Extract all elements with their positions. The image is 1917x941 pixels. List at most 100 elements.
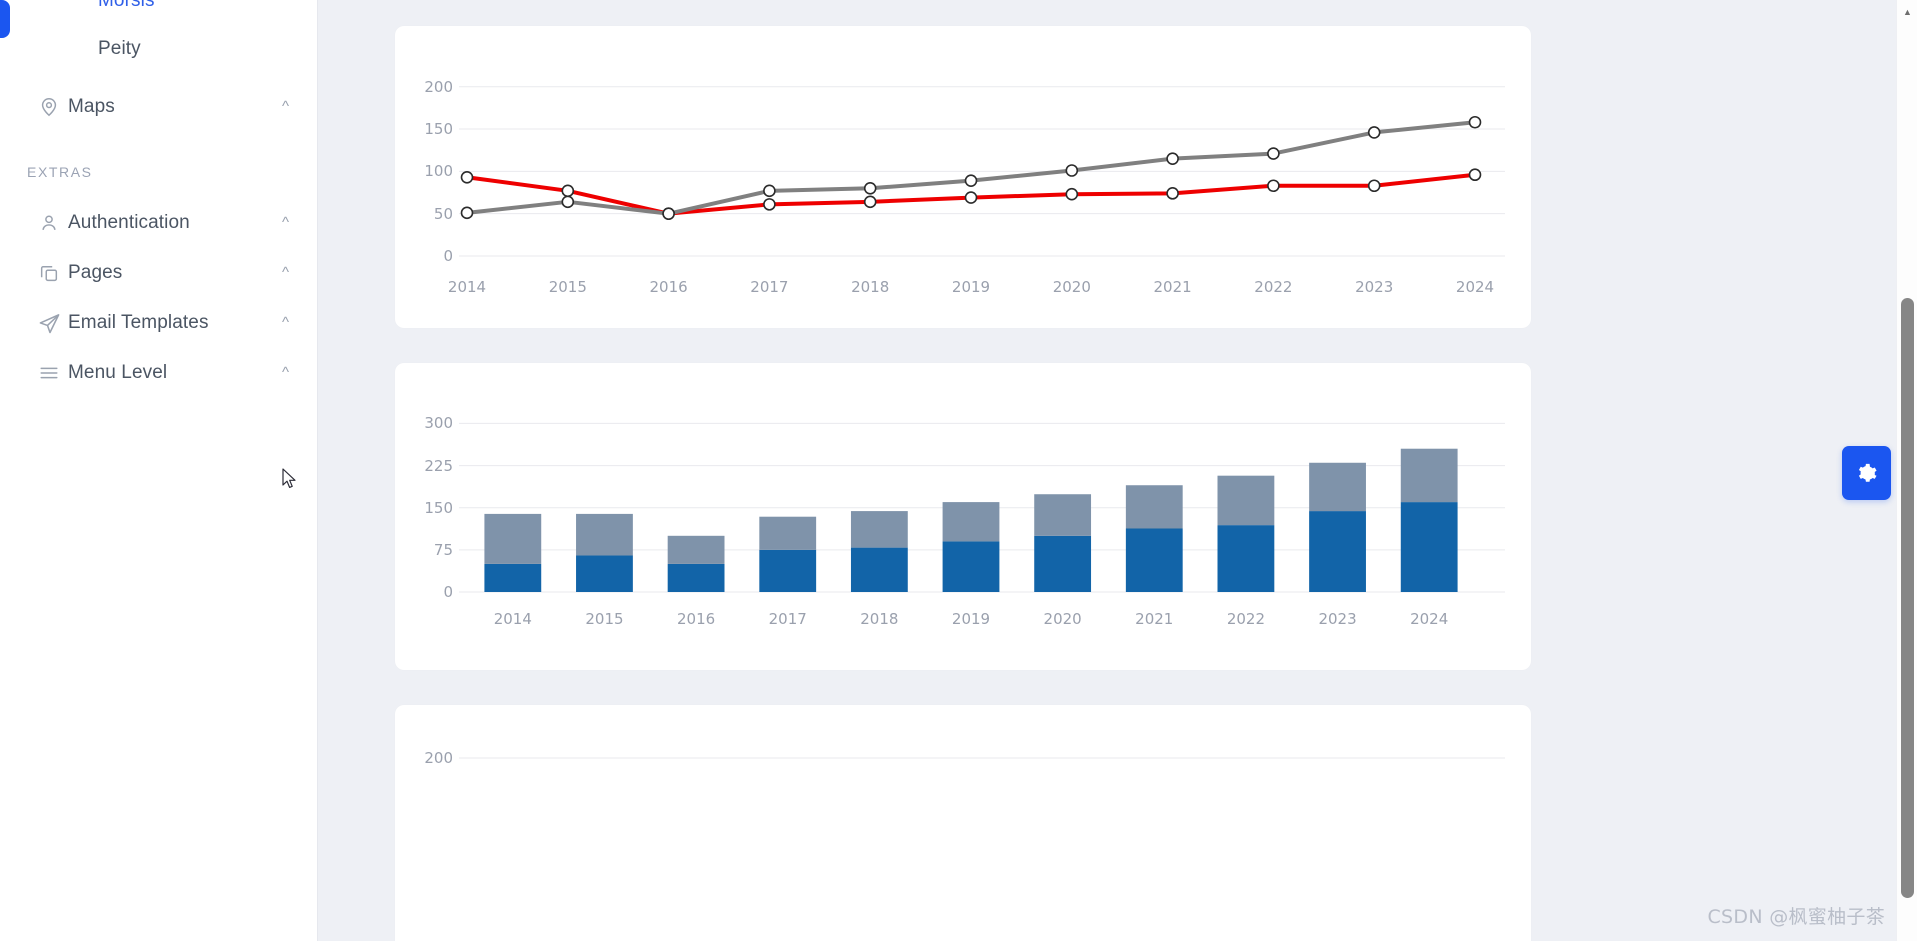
stacked-bar-chart[interactable]: 300 225 150 75 0 2014 2015 2016 2017 2018 2019 2020… [395, 363, 1531, 670]
bar-segment [759, 516, 817, 550]
watermark: CSDN @枫蜜柚子茶 [1707, 906, 1885, 928]
sidebar-item-email-templates[interactable]: Email Templates ^ [0, 298, 317, 348]
bar-segment [850, 511, 908, 548]
sidebar-item-label-menu-level: Menu Level [68, 362, 168, 383]
bar-segment [1125, 528, 1183, 592]
vertical-scrollbar[interactable]: ▲ [1896, 0, 1917, 941]
data-point [1065, 164, 1079, 177]
data-point [460, 170, 474, 184]
data-point [863, 181, 877, 195]
x-axis-tick-label: 2014 [493, 610, 532, 628]
chevron-up-icon-email-templates: ^ [281, 313, 289, 331]
app-root: Morsis Peity Maps ^ EXTRAS Authenticatio… [0, 0, 1917, 941]
gear-icon [1855, 462, 1878, 485]
data-point [1468, 115, 1482, 129]
map-pin-icon [38, 96, 68, 118]
sidebar-item-peity[interactable]: Peity [0, 24, 317, 74]
data-point [964, 174, 978, 187]
x-axis-tick-label: 2019 [951, 610, 991, 628]
sidebar-item-pages[interactable]: Pages ^ [0, 248, 317, 298]
sidebar-item-label-peity: Peity [98, 38, 141, 59]
x-axis-tick-label: 2018 [851, 278, 890, 296]
data-point [460, 206, 474, 220]
bar-segment [1034, 494, 1092, 536]
data-point [1367, 126, 1381, 139]
bar-segment [942, 541, 1000, 592]
x-axis-tick-label: 2020 [1052, 278, 1091, 296]
sidebar-item-label-maps: Maps [68, 96, 115, 117]
y-axis-tick-label: 200 [424, 749, 453, 767]
x-axis-tick-label: 2022 [1254, 278, 1293, 296]
data-point [1166, 187, 1179, 200]
scroll-up-arrow-icon[interactable]: ▲ [1897, 2, 1917, 22]
data-point [561, 195, 575, 209]
x-axis-tick-label: 2021 [1153, 278, 1192, 296]
x-axis-tick-label: 2020 [1043, 610, 1082, 628]
bar-segment [759, 549, 817, 592]
x-axis-tick-label: 2021 [1135, 610, 1174, 628]
third-chart-svg [459, 757, 1505, 759]
x-axis-tick-label: 2014 [447, 278, 487, 296]
bar-segment [1217, 525, 1275, 592]
sidebar-item-morsis[interactable]: Morsis [0, 0, 317, 18]
bar-segment [484, 513, 542, 564]
bar-segment [1309, 511, 1366, 592]
user-icon [38, 212, 68, 234]
scrollbar-thumb[interactable] [1901, 298, 1914, 898]
bar-segment [576, 555, 633, 592]
bar-segment [1125, 485, 1183, 529]
data-point [1166, 152, 1179, 165]
send-icon [38, 312, 68, 335]
menu-icon [38, 362, 68, 384]
sidebar: Morsis Peity Maps ^ EXTRAS Authenticatio… [0, 0, 318, 941]
data-point [763, 184, 776, 198]
sidebar-item-label-morsis: Morsis [98, 0, 155, 11]
chevron-up-icon-pages: ^ [281, 263, 289, 281]
data-point [1065, 187, 1079, 201]
bar-segment [850, 547, 908, 592]
bar-segment [1034, 535, 1092, 592]
x-axis-tick-label: 2016 [676, 610, 716, 628]
bar-segment [484, 563, 542, 592]
copy-icon [38, 262, 68, 284]
bar-segment [667, 535, 725, 564]
x-axis-tick-label: 2018 [860, 610, 899, 628]
sidebar-item-label-authentication: Authentication [68, 212, 190, 233]
chevron-up-icon-maps: ^ [281, 97, 289, 115]
line-chart[interactable]: 200 150 100 50 0 2014 2015 2016 2017 2018 2019 2020… [395, 26, 1531, 328]
x-axis-tick-label: 2015 [548, 278, 587, 296]
x-axis-tick-label: 2023 [1355, 278, 1394, 296]
x-axis-tick-label: 2024 [1455, 278, 1495, 296]
chevron-up-icon-authentication: ^ [281, 213, 289, 231]
sidebar-item-label-email-templates: Email Templates [68, 312, 209, 333]
bar-segment [576, 513, 633, 556]
data-point [1267, 179, 1280, 193]
data-point [964, 191, 978, 204]
sidebar-item-authentication[interactable]: Authentication ^ [0, 198, 317, 248]
sidebar-item-menu-level[interactable]: Menu Level ^ [0, 348, 317, 398]
x-axis-tick-label: 2016 [649, 278, 688, 296]
bar-segment [1400, 448, 1458, 503]
x-axis-tick-label: 2022 [1226, 610, 1265, 628]
third-chart[interactable]: 200 [395, 705, 1531, 941]
x-axis-tick-label: 2015 [585, 610, 624, 628]
bar-segment [1400, 502, 1458, 592]
bar-segment [667, 563, 725, 592]
sidebar-item-label-pages: Pages [68, 262, 123, 283]
data-point [1367, 179, 1381, 193]
card-line-chart: 200 150 100 50 0 2014 2015 2016 2017 2018 2019 2020… [395, 26, 1531, 328]
bar-segment [942, 502, 1000, 542]
bar-segment [1309, 462, 1366, 512]
card-bar-chart: 300 225 150 75 0 2014 2015 2016 2017 2018 2019 2020… [395, 363, 1531, 670]
main-content: 200 150 100 50 0 2014 2015 2016 2017 2018 2019 2020… [318, 0, 1917, 941]
settings-button[interactable] [1842, 446, 1891, 500]
data-point [1267, 147, 1280, 160]
x-axis-tick-label: 2024 [1410, 610, 1449, 628]
bar-segment [1217, 475, 1275, 526]
x-axis-tick-label: 2019 [951, 278, 991, 296]
data-point [863, 195, 877, 209]
sidebar-section-extras: EXTRAS [27, 164, 93, 180]
data-point [561, 184, 575, 198]
data-point [763, 198, 776, 211]
sidebar-item-maps[interactable]: Maps ^ [0, 82, 317, 132]
